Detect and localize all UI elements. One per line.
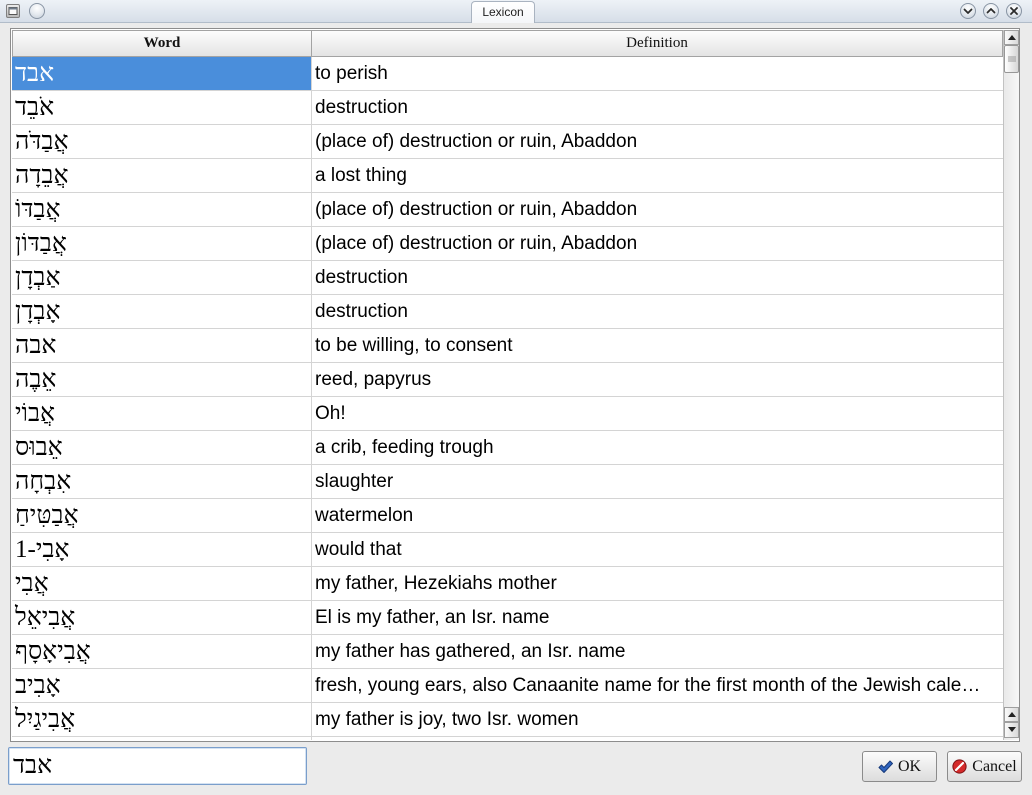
ok-label: OK — [897, 757, 922, 775]
table-header: Word Definition — [12, 30, 1003, 57]
word-cell[interactable]: אִבְחָה — [12, 465, 312, 498]
word-cell[interactable]: אַבְדָן — [12, 261, 312, 294]
definition-cell[interactable]: fresh, young ears, also Canaanite name f… — [312, 669, 1003, 702]
arrow-down-icon — [1008, 727, 1016, 732]
search-input[interactable] — [8, 747, 307, 785]
table-row[interactable]: אָבִיב fresh, young ears, also Canaanite … — [12, 669, 1003, 703]
column-divider — [311, 57, 312, 740]
cancel-label: Cancel — [972, 757, 1017, 775]
word-cell[interactable]: אֲבַדּוֹ — [12, 193, 312, 226]
definition-cell[interactable]: (place of) destruction or ruin, Abaddon — [312, 193, 1003, 226]
word-cell[interactable]: אבה — [12, 329, 312, 362]
definition-cell[interactable]: El is my father, an Isr. name — [312, 601, 1003, 634]
maximize-button[interactable] — [983, 3, 999, 19]
word-cell[interactable]: אֲבַדּוֹן — [12, 227, 312, 260]
definition-cell[interactable]: would that — [312, 533, 1003, 566]
word-cell[interactable]: אֲבוֹי — [12, 397, 312, 430]
table-row[interactable]: אֲבַטִּיחַ watermelon — [12, 499, 1003, 533]
definition-cell[interactable]: my father, Hezekiahs mother — [312, 567, 1003, 600]
definition-cell[interactable]: to be willing, to consent — [312, 329, 1003, 362]
definition-cell[interactable]: destruction — [312, 91, 1003, 124]
cancel-button[interactable]: Cancel — [947, 751, 1022, 782]
word-cell[interactable]: אֲבִיאֵל — [12, 601, 312, 634]
definition-cell[interactable]: watermelon — [312, 499, 1003, 532]
title-bar: Lexicon — [0, 0, 1032, 23]
table-row[interactable]: אבד to perish — [12, 57, 1003, 91]
scroll-down-button[interactable] — [1004, 722, 1019, 738]
table-row[interactable]: אָבִי-1 would that — [12, 533, 1003, 567]
definition-cell[interactable]: Oh! — [312, 397, 1003, 430]
table-row[interactable]: אֹבֵד destruction — [12, 91, 1003, 125]
all-desktops-button[interactable] — [29, 3, 45, 19]
word-cell[interactable]: אֵבוּס — [12, 431, 312, 464]
definition-cell[interactable]: (place of) destruction or ruin, Abaddon — [312, 125, 1003, 158]
definition-cell[interactable]: reed, papyrus — [312, 363, 1003, 396]
grip-icon — [1008, 56, 1016, 62]
table-row[interactable]: אֲבַדּוֹן (place of) destruction or ruin,… — [12, 227, 1003, 261]
table-row[interactable]: אֵבֶה reed, papyrus — [12, 363, 1003, 397]
close-icon — [1010, 7, 1018, 15]
table-row[interactable]: אַבְדָן destruction — [12, 261, 1003, 295]
table-row[interactable]: אבה to be willing, to consent — [12, 329, 1003, 363]
table-row[interactable]: אֲבִיאָסָף my father has gathered, an Isr… — [12, 635, 1003, 669]
definition-cell[interactable]: (place of) destruction or ruin, Abaddon — [312, 227, 1003, 260]
definition-cell[interactable]: destruction — [312, 261, 1003, 294]
table-row[interactable]: אֲבַדֹּה (place of) destruction or ruin, … — [12, 125, 1003, 159]
table-body: אבד to perish אֹבֵד destruction אֲבַדֹּה (pla… — [12, 57, 1003, 740]
word-cell[interactable]: אָבִיב — [12, 669, 312, 702]
arrow-up-icon — [1008, 35, 1016, 40]
word-cell[interactable]: אָבְדָן — [12, 295, 312, 328]
scroll-up-button-bottom[interactable] — [1004, 707, 1019, 722]
definition-cell[interactable]: my father has gathered, an Isr. name — [312, 635, 1003, 668]
chevron-down-icon — [963, 8, 973, 14]
table-row[interactable]: אֲבַדּוֹ (place of) destruction or ruin, … — [12, 193, 1003, 227]
table-row[interactable]: אִבְחָה slaughter — [12, 465, 1003, 499]
table-row[interactable]: אֲבִי my father, Hezekiahs mother — [12, 567, 1003, 601]
window-menu-button[interactable] — [6, 4, 20, 18]
word-cell[interactable]: אֲבִיגַיִל — [12, 703, 312, 736]
checkmark-icon — [878, 760, 893, 773]
word-cell[interactable]: אֵבֶה — [12, 363, 312, 396]
table-row[interactable]: אֲבִיגַיִל my father is joy, two Isr. wom… — [12, 703, 1003, 737]
definition-cell[interactable]: a crib, feeding trough — [312, 431, 1003, 464]
word-cell[interactable]: אֹבֵד — [12, 91, 312, 124]
definition-cell[interactable]: destruction — [312, 295, 1003, 328]
word-cell[interactable]: אֲבִיאָסָף — [12, 635, 312, 668]
chevron-up-icon — [986, 8, 996, 14]
column-header-definition[interactable]: Definition — [311, 30, 1003, 57]
definition-cell[interactable]: my father is joy, two Isr. women — [312, 703, 1003, 736]
word-cell[interactable]: אָבִי-1 — [12, 533, 312, 566]
word-cell[interactable]: אֲבִי — [12, 567, 312, 600]
table-row[interactable]: אָבְדָן destruction — [12, 295, 1003, 329]
definition-cell[interactable]: a lost thing — [312, 159, 1003, 192]
column-header-word[interactable]: Word — [12, 30, 312, 57]
table-row[interactable]: אֵבוּס a crib, feeding trough — [12, 431, 1003, 465]
definition-cell[interactable]: slaughter — [312, 465, 1003, 498]
window-title: Lexicon — [471, 1, 535, 23]
word-cell[interactable]: אֲבֵדָה — [12, 159, 312, 192]
ok-button[interactable]: OK — [862, 751, 937, 782]
definition-cell[interactable]: to perish — [312, 57, 1003, 90]
vertical-scrollbar[interactable] — [1003, 30, 1019, 740]
word-cell[interactable]: אֲבַטִּיחַ — [12, 499, 312, 532]
table-row[interactable]: אֲבֵדָה a lost thing — [12, 159, 1003, 193]
word-cell[interactable]: אבד — [12, 57, 312, 90]
word-cell[interactable]: אֲבַדֹּה — [12, 125, 312, 158]
arrow-up-icon — [1008, 712, 1016, 717]
table-row[interactable]: אֲבִיאֵל El is my father, an Isr. name — [12, 601, 1003, 635]
table-row[interactable]: אֲבוֹי Oh! — [12, 397, 1003, 431]
minimize-button[interactable] — [960, 3, 976, 19]
window-menu-icon — [8, 7, 18, 15]
cancel-icon — [952, 759, 967, 774]
scroll-thumb[interactable] — [1004, 45, 1019, 73]
close-button[interactable] — [1006, 3, 1022, 19]
scroll-up-button[interactable] — [1004, 30, 1019, 45]
